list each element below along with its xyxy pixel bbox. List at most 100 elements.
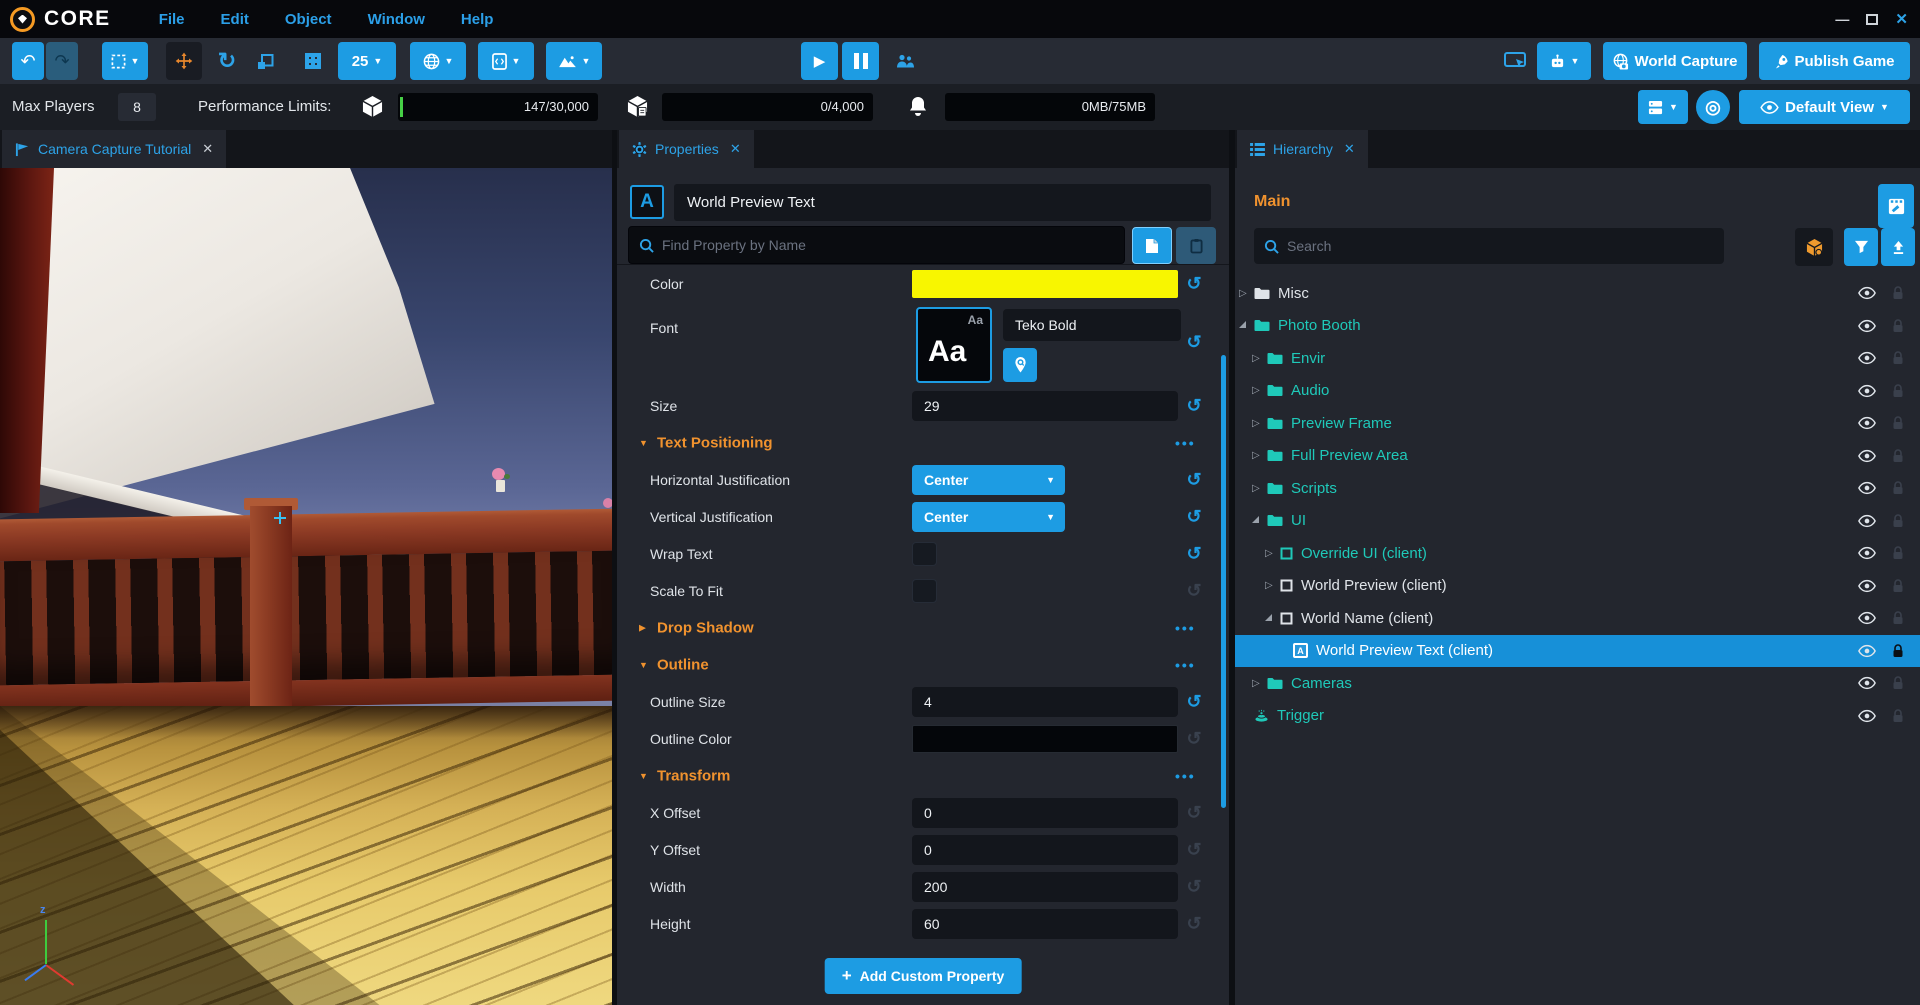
- lock-icon[interactable]: [1892, 709, 1904, 723]
- value-input[interactable]: 0: [912, 835, 1178, 865]
- property-section-header[interactable]: ▼Transform•••: [617, 757, 1229, 794]
- hierarchy-item-world-preview-text-client[interactable]: AWorld Preview Text (client): [1235, 635, 1920, 668]
- filter-button[interactable]: [1844, 228, 1878, 266]
- publish-game-button[interactable]: Publish Game: [1759, 42, 1910, 80]
- expand-toggle-icon[interactable]: [1252, 515, 1267, 526]
- rotate-tool-button[interactable]: ↻: [210, 42, 244, 80]
- tab-camera-capture-tutorial[interactable]: Camera Capture Tutorial ✕: [2, 130, 226, 168]
- hierarchy-item-misc[interactable]: ▷Misc: [1235, 277, 1920, 310]
- property-section-header[interactable]: ▶Drop Shadow•••: [617, 609, 1229, 646]
- world-capture-button[interactable]: World Capture: [1603, 42, 1747, 80]
- add-custom-property-button[interactable]: + Add Custom Property: [825, 958, 1022, 994]
- snap-size-dropdown[interactable]: 25 ▼: [338, 42, 396, 80]
- visibility-eye-icon[interactable]: [1858, 709, 1876, 722]
- hierarchy-item-override-ui-client[interactable]: ▷Override UI (client): [1235, 537, 1920, 570]
- value-dropdown[interactable]: Center▼: [912, 465, 1065, 495]
- lock-icon[interactable]: [1892, 481, 1904, 495]
- expand-toggle-icon[interactable]: ▷: [1265, 580, 1280, 591]
- export-button[interactable]: [1881, 228, 1915, 266]
- lock-icon[interactable]: [1892, 384, 1904, 398]
- pause-button[interactable]: [842, 42, 879, 80]
- expand-toggle-icon[interactable]: ▷: [1239, 288, 1254, 299]
- section-options-button[interactable]: •••: [1175, 768, 1196, 784]
- section-options-button[interactable]: •••: [1175, 620, 1196, 636]
- hierarchy-search[interactable]: [1254, 228, 1724, 264]
- performance-mode-button[interactable]: ◎: [1696, 90, 1730, 124]
- play-button[interactable]: ▶: [801, 42, 838, 80]
- reset-property-button[interactable]: ↺: [1181, 273, 1207, 294]
- visibility-eye-icon[interactable]: [1858, 449, 1876, 462]
- visibility-eye-icon[interactable]: [1858, 677, 1876, 690]
- lock-icon[interactable]: [1892, 286, 1904, 300]
- reset-property-button[interactable]: ↺: [1181, 876, 1207, 897]
- multiplayer-preview-button[interactable]: [888, 42, 922, 80]
- reset-property-button[interactable]: ↺: [1181, 802, 1207, 823]
- paste-properties-button[interactable]: [1176, 227, 1216, 264]
- capture-scene-button[interactable]: [1878, 184, 1914, 228]
- reset-property-button[interactable]: ↺: [1181, 506, 1207, 527]
- find-property-search[interactable]: [628, 226, 1125, 264]
- menu-file[interactable]: File: [159, 11, 185, 28]
- undo-button[interactable]: ↶: [12, 42, 44, 80]
- reset-property-button[interactable]: ↺: [1181, 543, 1207, 564]
- hierarchy-item-scripts[interactable]: ▷Scripts: [1235, 472, 1920, 505]
- hierarchy-item-photo-booth[interactable]: Photo Booth: [1235, 310, 1920, 343]
- world-space-dropdown[interactable]: ▼: [410, 42, 466, 80]
- visibility-eye-icon[interactable]: [1858, 514, 1876, 527]
- scale-tool-button[interactable]: [248, 42, 282, 80]
- value-input[interactable]: 200: [912, 872, 1178, 902]
- visibility-eye-icon[interactable]: [1858, 612, 1876, 625]
- value-dropdown[interactable]: Center▼: [912, 502, 1065, 532]
- hierarchy-item-ui[interactable]: UI: [1235, 505, 1920, 538]
- grid-snap-button[interactable]: [296, 42, 330, 80]
- close-icon[interactable]: ✕: [1344, 141, 1355, 157]
- visibility-eye-icon[interactable]: [1858, 319, 1876, 332]
- visibility-eye-icon[interactable]: [1858, 644, 1876, 657]
- move-tool-button[interactable]: [166, 42, 202, 80]
- value-input[interactable]: 29: [912, 391, 1178, 421]
- hierarchy-item-audio[interactable]: ▷Audio: [1235, 375, 1920, 408]
- value-input[interactable]: 4: [912, 687, 1178, 717]
- expand-toggle-icon[interactable]: ▷: [1252, 678, 1267, 689]
- close-icon[interactable]: ✕: [202, 141, 213, 157]
- find-property-input[interactable]: [662, 237, 1114, 253]
- lock-icon[interactable]: [1892, 319, 1904, 333]
- menu-help[interactable]: Help: [461, 11, 494, 28]
- save-options-dropdown[interactable]: ▼: [1638, 90, 1688, 124]
- hierarchy-item-world-name-client[interactable]: World Name (client): [1235, 602, 1920, 635]
- lock-icon[interactable]: [1892, 579, 1904, 593]
- menu-object[interactable]: Object: [285, 11, 332, 28]
- menu-window[interactable]: Window: [368, 11, 425, 28]
- visibility-eye-icon[interactable]: [1858, 417, 1876, 430]
- property-section-header[interactable]: ▼Text Positioning•••: [617, 424, 1229, 461]
- hierarchy-item-trigger[interactable]: Trigger: [1235, 700, 1920, 733]
- font-picker-button[interactable]: [1003, 348, 1037, 382]
- terrain-dropdown[interactable]: ▼: [546, 42, 602, 80]
- lock-icon[interactable]: [1892, 676, 1904, 690]
- reset-property-button[interactable]: ↺: [1181, 580, 1207, 601]
- 3d-viewport[interactable]: z: [0, 168, 612, 1005]
- expand-toggle-icon[interactable]: ▷: [1252, 483, 1267, 494]
- lock-icon[interactable]: [1892, 611, 1904, 625]
- reset-property-button[interactable]: ↺: [1181, 395, 1207, 416]
- visibility-eye-icon[interactable]: [1858, 287, 1876, 300]
- minimize-button[interactable]: —: [1835, 11, 1849, 27]
- value-checkbox[interactable]: [912, 579, 937, 603]
- color-swatch[interactable]: [912, 270, 1178, 298]
- visibility-eye-icon[interactable]: [1858, 547, 1876, 560]
- section-options-button[interactable]: •••: [1175, 435, 1196, 451]
- reset-property-button[interactable]: ↺: [1181, 839, 1207, 860]
- value-input[interactable]: 0: [912, 798, 1178, 828]
- visibility-eye-icon[interactable]: [1858, 482, 1876, 495]
- maximize-button[interactable]: [1866, 14, 1878, 25]
- reset-property-button[interactable]: ↺: [1181, 691, 1207, 712]
- redo-button[interactable]: ↷: [46, 42, 78, 80]
- tab-hierarchy[interactable]: Hierarchy ✕: [1237, 130, 1368, 168]
- expand-toggle-icon[interactable]: ▷: [1265, 548, 1280, 559]
- expand-toggle-icon[interactable]: ▷: [1252, 418, 1267, 429]
- bot-tools-dropdown[interactable]: ▼: [1537, 42, 1591, 80]
- lock-icon[interactable]: [1892, 644, 1904, 658]
- section-options-button[interactable]: •••: [1175, 657, 1196, 673]
- lock-icon[interactable]: [1892, 514, 1904, 528]
- visibility-eye-icon[interactable]: [1858, 352, 1876, 365]
